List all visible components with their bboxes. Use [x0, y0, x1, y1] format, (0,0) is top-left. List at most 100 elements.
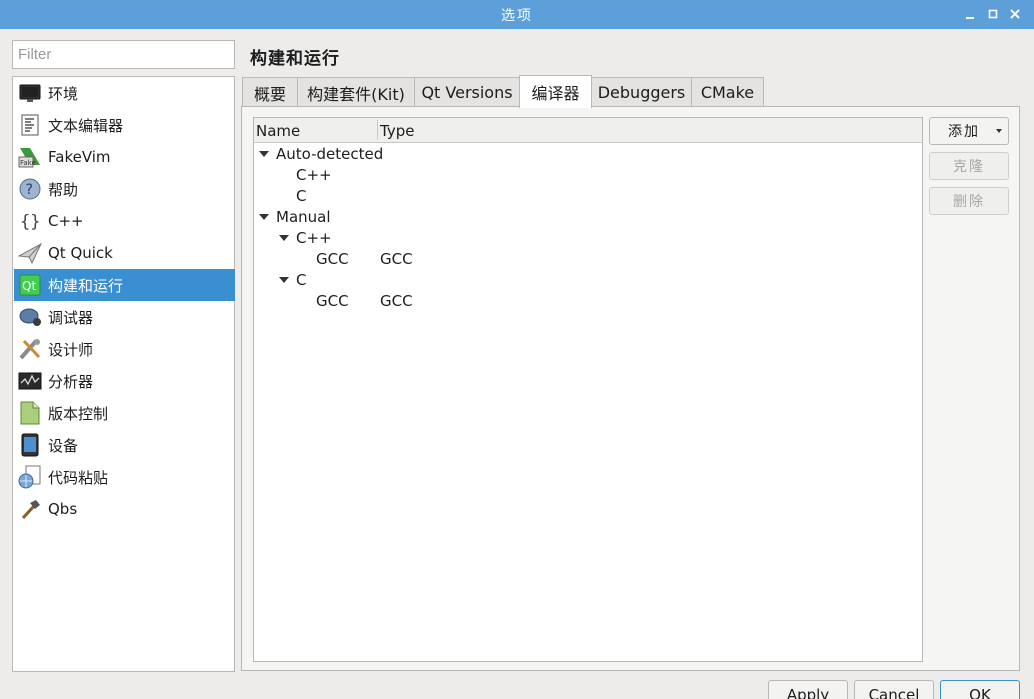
sidebar-item-label: 构建和运行: [48, 276, 124, 295]
paper-plane-icon: [18, 241, 42, 265]
svg-text:?: ?: [26, 182, 33, 198]
expand-caret-icon[interactable]: [279, 277, 289, 283]
minimize-button[interactable]: [962, 6, 978, 22]
ok-button[interactable]: OK: [940, 680, 1020, 699]
sidebar-item-label: 版本控制: [48, 404, 109, 423]
svg-text:Fake: Fake: [20, 159, 36, 167]
sidebar-item-code-paste[interactable]: 代码粘贴: [14, 461, 235, 493]
sidebar-item-label: FakeVim: [48, 148, 111, 166]
tab-label: 构建套件(Kit): [307, 84, 405, 104]
tree-row-name: C++: [296, 166, 332, 184]
tree-row[interactable]: Auto-detected: [276, 145, 383, 166]
dropdown-arrow-icon: [996, 129, 1002, 133]
tab-cmake[interactable]: CMake: [691, 77, 764, 107]
expand-caret-icon[interactable]: [279, 235, 289, 241]
sidebar-item-help[interactable]: ? 帮助: [14, 173, 235, 205]
page-title: 构建和运行: [250, 49, 340, 69]
analyzer-icon: [18, 369, 42, 393]
maximize-icon: [988, 9, 998, 19]
window-titlebar[interactable]: 选项: [0, 0, 1034, 29]
tree-row[interactable]: GCC GCC: [316, 292, 616, 313]
sidebar-item-designer[interactable]: 设计师: [14, 333, 235, 365]
sidebar-item-build-run[interactable]: Qt 构建和运行: [14, 269, 235, 301]
tree-row-name: Manual: [276, 208, 331, 226]
expand-caret-icon[interactable]: [259, 214, 269, 220]
tab-label: 概要: [253, 84, 286, 104]
tab-kits[interactable]: 构建套件(Kit): [297, 77, 415, 107]
sidebar-item-label: C++: [48, 212, 84, 230]
tree-row[interactable]: C++: [296, 229, 332, 250]
tree-row[interactable]: GCC GCC: [316, 250, 616, 271]
monitor-icon: [18, 81, 42, 105]
remove-button-label: 删除: [953, 194, 985, 210]
svg-text:Qt: Qt: [22, 279, 36, 293]
compiler-tree[interactable]: Name Type Auto-detected C++ C Manual C++…: [253, 117, 923, 662]
sidebar-item-label: 设备: [48, 436, 79, 455]
tab-qt-versions[interactable]: Qt Versions: [414, 77, 520, 107]
expand-caret-icon[interactable]: [259, 151, 269, 157]
sidebar-item-text-editor[interactable]: 文本编辑器: [14, 109, 235, 141]
remove-button[interactable]: 删除: [929, 187, 1009, 215]
tab-overview[interactable]: 概要: [242, 77, 298, 107]
sidebar-item-qt-quick[interactable]: Qt Quick: [14, 237, 235, 269]
maximize-button[interactable]: [985, 6, 1001, 22]
sidebar-item-debugger[interactable]: 调试器: [14, 301, 235, 333]
svg-text:{}: {}: [20, 212, 40, 232]
help-icon: ?: [18, 177, 42, 201]
filter-input[interactable]: [12, 40, 235, 69]
column-header-name[interactable]: Name: [254, 118, 377, 142]
version-control-icon: [18, 401, 42, 425]
sidebar-item-version-control[interactable]: 版本控制: [14, 397, 235, 429]
tree-row[interactable]: C++: [296, 166, 332, 187]
tab-debuggers[interactable]: Debuggers: [591, 77, 692, 107]
clone-button[interactable]: 克隆: [929, 152, 1009, 180]
tree-row[interactable]: C: [296, 187, 306, 208]
close-button[interactable]: [1007, 6, 1023, 22]
sidebar-item-label: 环境: [48, 84, 79, 103]
sidebar-item-qbs[interactable]: Qbs: [14, 493, 235, 525]
tree-header: Name Type: [254, 118, 922, 143]
add-button[interactable]: 添加: [929, 117, 1009, 145]
qt-build-icon: Qt: [18, 273, 42, 297]
tree-row-name: Auto-detected: [276, 145, 384, 163]
sidebar-item-analyzer[interactable]: 分析器: [14, 365, 235, 397]
designer-tools-icon: [18, 337, 42, 361]
hammer-icon: [18, 497, 42, 521]
tree-row-name: GCC: [316, 250, 349, 268]
category-list[interactable]: 环境 文本编辑器 Fake FakeVim ? 帮助 {} C++ Qt Qui…: [12, 76, 235, 672]
sidebar-item-label: 设计师: [48, 340, 94, 359]
sidebar-item-label: 帮助: [48, 180, 79, 199]
apply-button[interactable]: Apply: [768, 680, 848, 699]
tree-row-type: GCC: [380, 292, 413, 310]
sidebar-item-label: 文本编辑器: [48, 116, 124, 135]
cancel-button[interactable]: Cancel: [854, 680, 934, 699]
sidebar-item-cpp[interactable]: {} C++: [14, 205, 235, 237]
sidebar-item-devices[interactable]: 设备: [14, 429, 235, 461]
column-header-type[interactable]: Type: [378, 118, 578, 142]
tab-compilers[interactable]: 编译器: [519, 75, 592, 108]
window-title: 选项: [501, 8, 533, 24]
code-paste-icon: [18, 465, 42, 489]
braces-icon: {}: [18, 209, 42, 233]
device-icon: [18, 433, 42, 457]
clone-button-label: 克隆: [953, 159, 985, 175]
tree-row-name: GCC: [316, 292, 349, 310]
tab-label: Debuggers: [597, 83, 686, 102]
minimize-icon: [966, 17, 974, 19]
debugger-bug-icon: [18, 305, 42, 329]
sidebar-item-label: 代码粘贴: [48, 468, 109, 487]
sidebar-item-fakevim[interactable]: Fake FakeVim: [14, 141, 235, 173]
add-button-label: 添加: [948, 124, 980, 140]
tree-row[interactable]: C: [296, 271, 306, 292]
tree-row-name: C++: [296, 229, 332, 247]
sidebar-item-label: Qt Quick: [48, 244, 113, 262]
tree-row-type: GCC: [380, 250, 413, 268]
tree-row-name: C: [296, 187, 307, 205]
tree-row[interactable]: Manual: [276, 208, 331, 229]
tree-row-name: C: [296, 271, 307, 289]
close-icon: [1010, 9, 1020, 19]
tab-label: CMake: [700, 83, 755, 102]
sidebar-item-label: 分析器: [48, 372, 94, 391]
sidebar-item-label: Qbs: [48, 500, 78, 518]
sidebar-item-environment[interactable]: 环境: [14, 77, 235, 109]
